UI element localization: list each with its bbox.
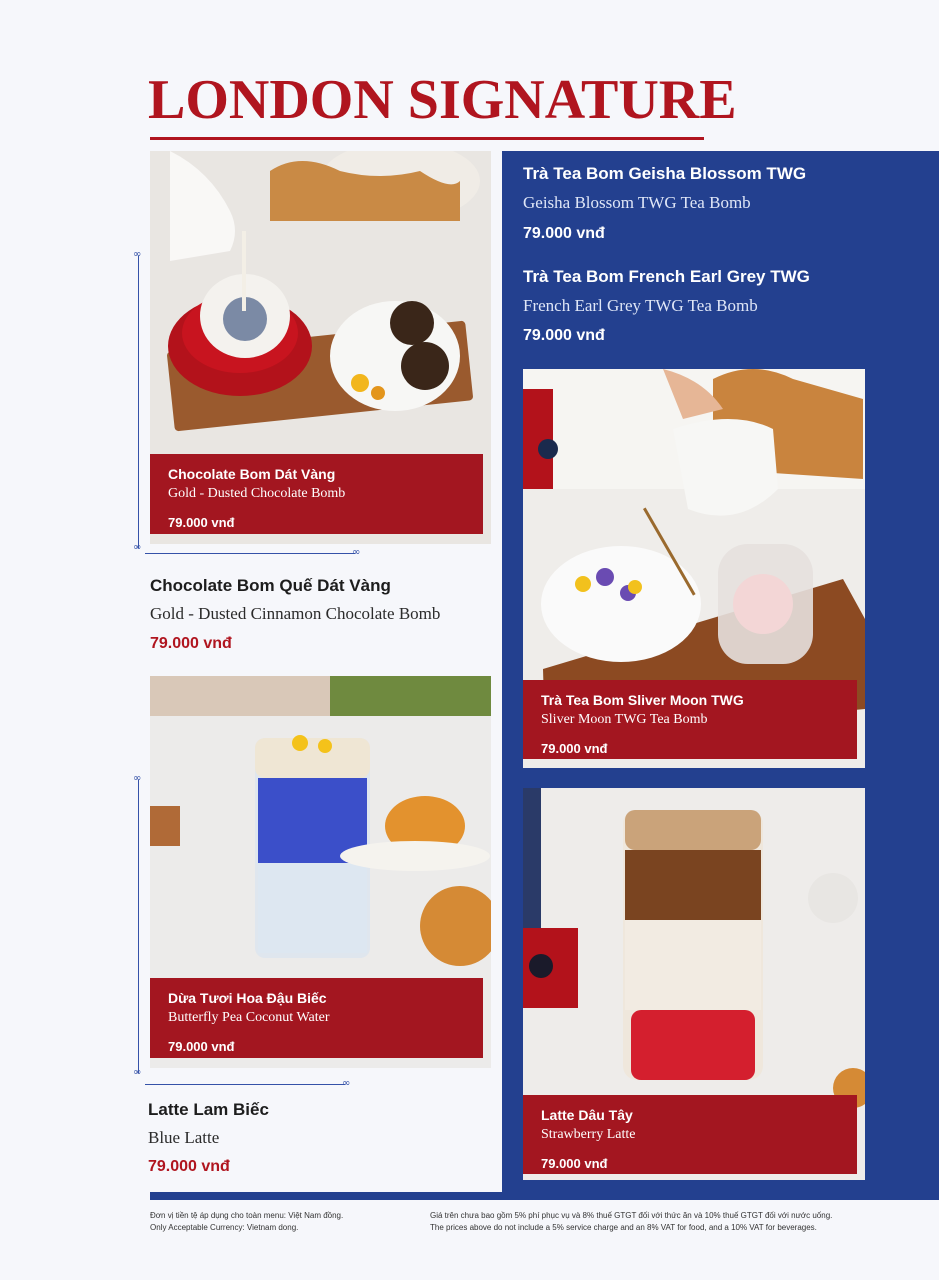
ornament-knot: ∞ (133, 249, 142, 260)
ornament-knot: ∞ (133, 542, 142, 553)
ornament-knot: ∞ (133, 773, 142, 784)
title-underline (150, 137, 704, 140)
ornament-knot: ∞ (133, 1067, 142, 1078)
menu-card-caption: Dừa Tươi Hoa Đậu Biếc Butterfly Pea Coco… (150, 978, 483, 1058)
item-price: 79.000 vnđ (168, 515, 235, 530)
item-name-vn: Trà Tea Bom French Earl Grey TWG (523, 267, 810, 286)
ornament-knot: ∞ (352, 547, 361, 558)
item-price: 79.000 vnđ (523, 327, 605, 344)
currency-note-vn: Đơn vị tiền tệ áp dụng cho toàn menu: Vi… (150, 1211, 344, 1220)
menu-card-caption: Chocolate Bom Dát Vàng Gold - Dusted Cho… (150, 454, 483, 534)
ornament-line (145, 553, 355, 554)
item-price: 79.000 vnđ (148, 1158, 230, 1175)
tax-note-en: The prices above do not include a 5% ser… (430, 1223, 817, 1232)
item-name-en: French Earl Grey TWG Tea Bomb (523, 296, 758, 315)
item-price: 79.000 vnđ (150, 635, 232, 652)
item-name-vn: Latte Lam Biếc (148, 1100, 269, 1119)
menu-card-caption: Trà Tea Bom Sliver Moon TWG Sliver Moon … (523, 680, 857, 759)
ornament-knot: ∞ (342, 1078, 351, 1089)
currency-note-en: Only Acceptable Currency: Vietnam dong. (150, 1223, 299, 1232)
item-name-vn: Latte Dâu Tây (541, 1107, 633, 1123)
item-name-en: Blue Latte (148, 1128, 220, 1147)
item-name-en: Sliver Moon TWG Tea Bomb (541, 712, 708, 727)
item-price: 79.000 vnđ (523, 225, 605, 242)
menu-card-caption: Latte Dâu Tây Strawberry Latte 79.000 vn… (523, 1095, 857, 1174)
blue-bottom-band (150, 1192, 939, 1200)
ornament-line (138, 256, 139, 548)
item-price: 79.000 vnđ (541, 1156, 608, 1171)
item-name-vn: Dừa Tươi Hoa Đậu Biếc (168, 990, 327, 1006)
item-name-en: Gold - Dusted Chocolate Bomb (168, 486, 346, 501)
item-name-vn: Chocolate Bom Dát Vàng (168, 466, 336, 482)
item-name-en: Butterfly Pea Coconut Water (168, 1010, 330, 1025)
item-name-vn: Trà Tea Bom Sliver Moon TWG (541, 692, 744, 708)
item-name-en: Gold - Dusted Cinnamon Chocolate Bomb (150, 604, 441, 623)
tax-note-vn: Giá trên chưa bao gồm 5% phí phục vụ và … (430, 1211, 833, 1220)
item-price: 79.000 vnđ (541, 741, 608, 756)
page-title: LONDON SIGNATURE (148, 69, 737, 131)
item-name-en: Strawberry Latte (541, 1127, 636, 1142)
item-name-vn: Trà Tea Bom Geisha Blossom TWG (523, 164, 807, 183)
item-price: 79.000 vnđ (168, 1039, 235, 1054)
item-name-en: Geisha Blossom TWG Tea Bomb (523, 193, 751, 212)
item-name-vn: Chocolate Bom Quế Dát Vàng (150, 576, 391, 595)
ornament-line (145, 1084, 345, 1085)
ornament-line (138, 780, 139, 1073)
